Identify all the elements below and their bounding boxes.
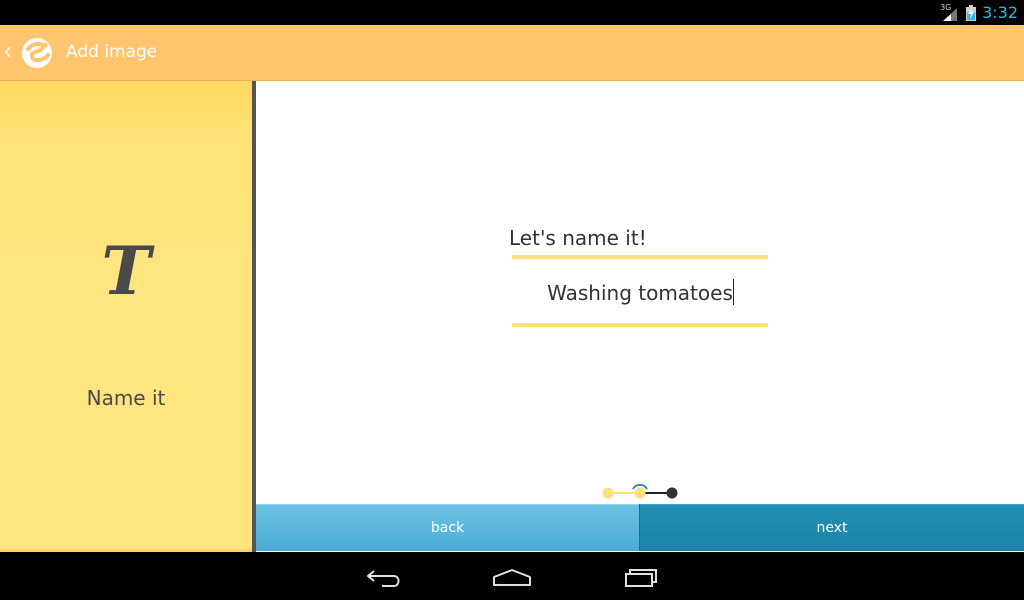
back-button[interactable]: back: [256, 504, 639, 551]
step-panel: T Name it: [0, 81, 252, 552]
main-area: Let's name it! back next: [256, 81, 1024, 552]
page-title: Add image: [66, 42, 158, 62]
next-button[interactable]: next: [640, 504, 1024, 551]
step-progress-indicator: [599, 481, 689, 503]
status-bar: 3G 3:32: [0, 0, 1024, 25]
screen: 3G 3:32 Add image T Name it Let's name i…: [0, 0, 1024, 600]
progress-dot-2: [634, 487, 646, 499]
content: T Name it Let's name it! back: [0, 81, 1024, 552]
signal-icon: 3G: [940, 3, 960, 22]
navigation-bar: [0, 552, 1024, 600]
input-bottom-line: [512, 323, 768, 327]
clock: 3:32: [982, 3, 1018, 22]
step-label: Name it: [86, 386, 166, 410]
progress-dot-3: [666, 487, 678, 499]
progress-dot-1: [602, 487, 614, 499]
recent-apps-icon[interactable]: [616, 562, 664, 592]
name-prompt: Let's name it!: [509, 226, 647, 250]
input-top-line: [512, 255, 768, 259]
app-logo-icon[interactable]: [20, 35, 54, 71]
name-input[interactable]: [512, 275, 768, 311]
action-bar: Add image: [0, 25, 1024, 81]
back-icon[interactable]: [360, 562, 408, 592]
up-chevron-icon[interactable]: [4, 43, 12, 65]
text-type-icon: T: [101, 232, 151, 310]
text-cursor: [733, 279, 734, 305]
home-icon[interactable]: [488, 562, 536, 592]
battery-icon: [966, 4, 977, 21]
